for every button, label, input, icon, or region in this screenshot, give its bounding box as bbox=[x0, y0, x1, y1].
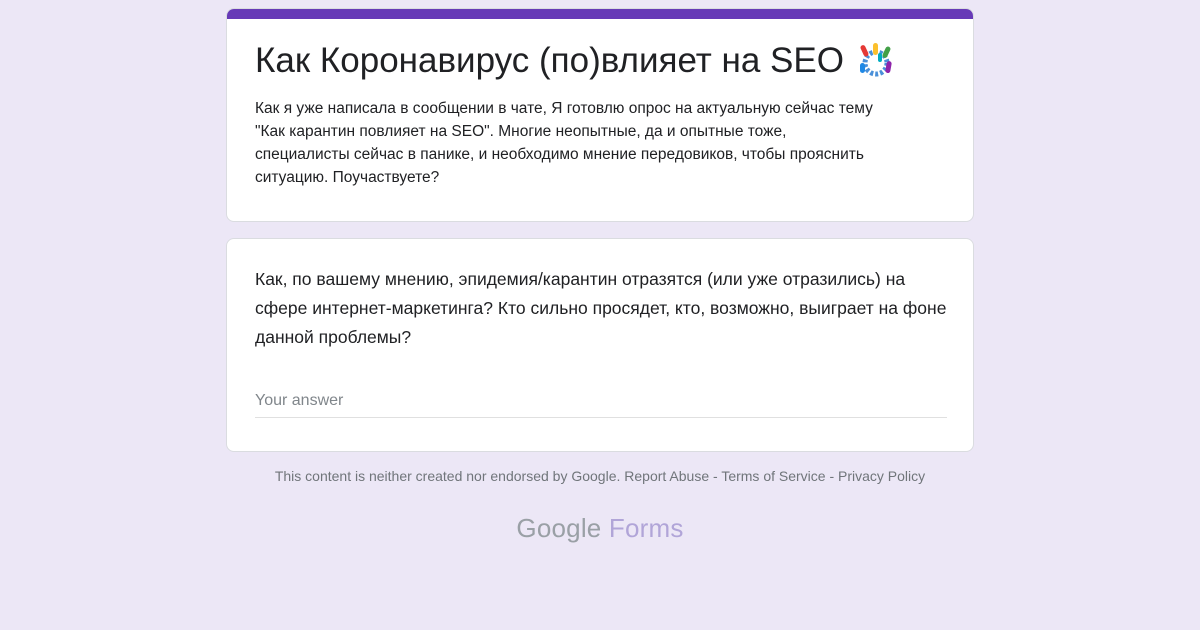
question-title: Как, по вашему мнению, эпидемия/карантин… bbox=[255, 269, 947, 347]
form-title: Как Коронавирус (по)влияет на SEO bbox=[255, 41, 844, 80]
report-abuse-link[interactable]: Report Abuse bbox=[624, 468, 709, 484]
privacy-policy-link[interactable]: Privacy Policy bbox=[838, 468, 925, 484]
coronavirus-icon bbox=[856, 41, 896, 81]
form-description: Как я уже написала в сообщении в чате, Я… bbox=[255, 100, 873, 186]
brand-forms: Forms bbox=[608, 513, 684, 543]
question-card: Как, по вашему мнению, эпидемия/карантин… bbox=[226, 238, 974, 452]
footer-separator: - bbox=[829, 468, 835, 484]
footer: This content is neither created nor endo… bbox=[0, 468, 1200, 484]
footer-disclaimer: This content is neither created nor endo… bbox=[274, 468, 621, 484]
brand-google: Google bbox=[516, 513, 602, 543]
footer-separator: - bbox=[713, 468, 718, 484]
terms-of-service-link[interactable]: Terms of Service bbox=[721, 468, 825, 484]
answer-input[interactable] bbox=[255, 390, 947, 418]
google-forms-logo[interactable]: Google Forms bbox=[0, 513, 1200, 544]
form-header-card: Как Коронавирус (по)влияет на SEO Как я … bbox=[226, 8, 974, 222]
header-accent-bar bbox=[227, 9, 973, 19]
form-title-row: Как Коронавирус (по)влияет на SEO bbox=[255, 39, 945, 83]
form-container: Как Коронавирус (по)влияет на SEO Как я … bbox=[226, 8, 974, 452]
